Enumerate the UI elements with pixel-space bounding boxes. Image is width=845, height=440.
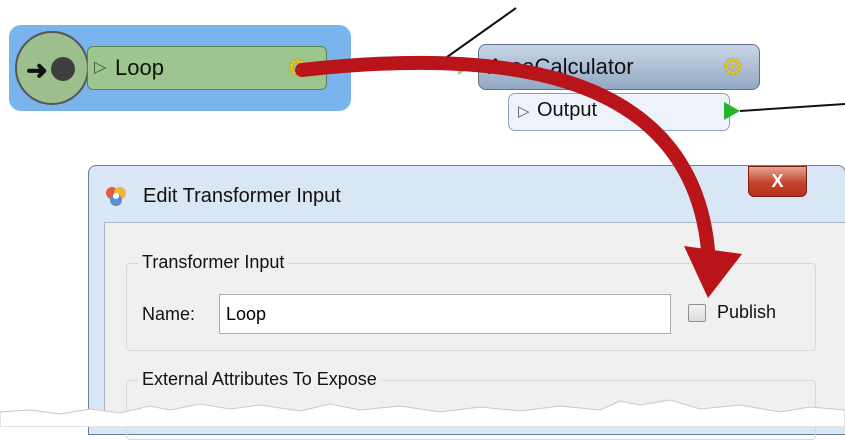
expand-triangle-icon[interactable]: ▷ bbox=[518, 102, 530, 120]
gear-icon[interactable]: ⚙ bbox=[722, 56, 744, 80]
area-input-port[interactable] bbox=[458, 57, 472, 75]
area-calculator-label: AreaCalculator bbox=[488, 54, 634, 79]
arrow-right-icon: ➜ bbox=[26, 55, 48, 85]
output-port-label: Output bbox=[537, 99, 598, 121]
publish-checkbox[interactable] bbox=[688, 304, 706, 322]
connection-line-output bbox=[739, 103, 845, 112]
loop-node-label: Loop bbox=[115, 55, 164, 80]
name-input[interactable] bbox=[219, 294, 671, 334]
gear-icon[interactable]: ⚙ bbox=[287, 57, 309, 81]
app-icon bbox=[106, 187, 126, 206]
close-button[interactable]: X bbox=[748, 166, 807, 197]
external-attributes-group-title: External Attributes To Expose bbox=[138, 369, 381, 390]
name-label: Name: bbox=[142, 304, 196, 324]
transformer-input-group-title: Transformer Input bbox=[138, 252, 289, 273]
expand-triangle-icon[interactable]: ▷ bbox=[94, 57, 106, 77]
publish-label[interactable]: Publish bbox=[717, 302, 776, 323]
dialog-title: Edit Transformer Input bbox=[143, 185, 341, 207]
workspace-canvas[interactable]: ➜ ▷ Loop ⚙ AreaCalculator ⚙ ▷ Output Edi… bbox=[0, 0, 845, 440]
port-dot-icon bbox=[51, 57, 75, 81]
output-port-connector[interactable] bbox=[724, 102, 740, 120]
